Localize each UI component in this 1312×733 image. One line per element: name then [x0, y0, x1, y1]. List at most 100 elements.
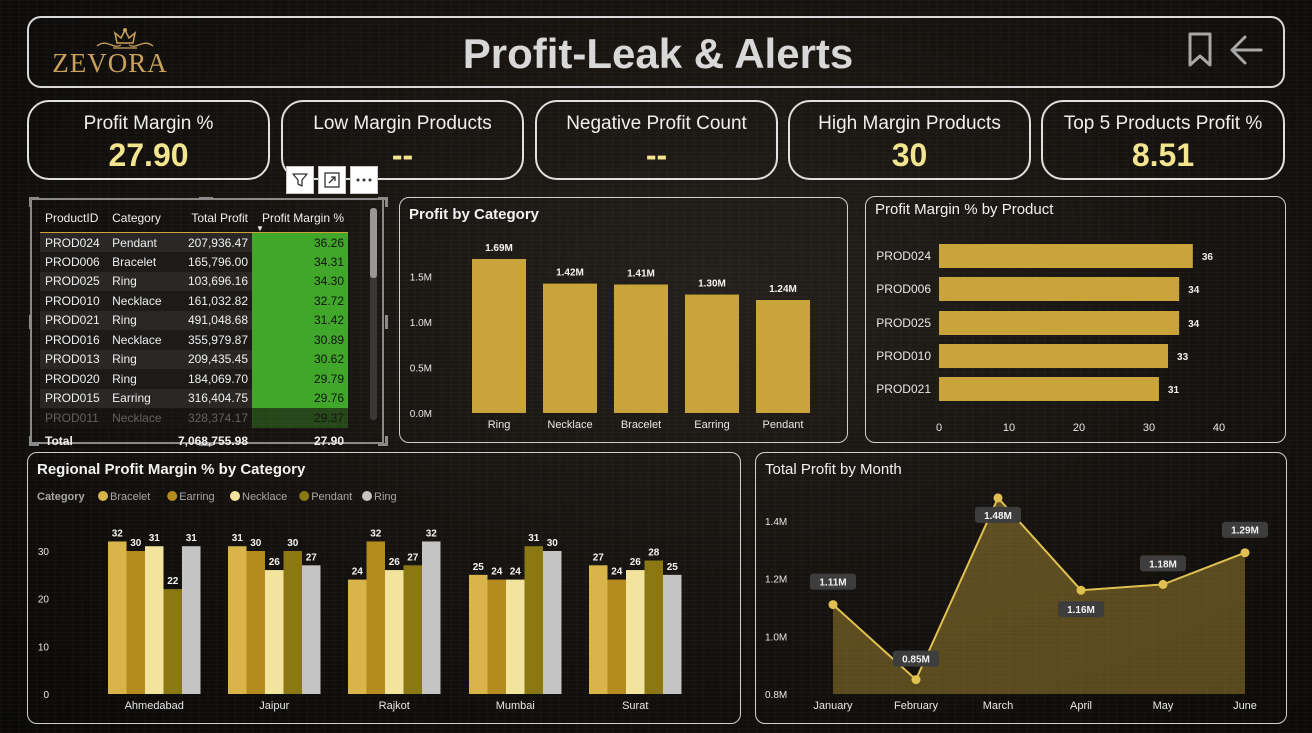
resize-handle[interactable]: [29, 315, 32, 329]
profit-by-category-visual[interactable]: Profit by Category 0.0M 0.5M 1.0M 1.5M 1.69M…: [399, 197, 848, 443]
bookmark-icon[interactable]: [1187, 32, 1213, 68]
page-title: Profit-Leak & Alerts: [462, 30, 854, 77]
table-row[interactable]: PROD011 Necklace 328,374.17 29.37: [40, 408, 348, 428]
y-tick-label: 1.0M: [410, 318, 432, 329]
table-total-row: Total 7,068,755.98 27.90: [40, 428, 348, 450]
column-header-total-profit[interactable]: Total Profit: [168, 206, 253, 233]
column-header-category[interactable]: Category: [107, 206, 169, 233]
bar-mumbai-earring: [487, 579, 506, 694]
resize-handle[interactable]: [29, 436, 32, 446]
y-tick-label: 0.5M: [410, 363, 432, 374]
bar-jaipur-earring: [246, 551, 265, 694]
table-row[interactable]: PROD010 Necklace 161,032.82 32.72: [40, 291, 348, 311]
data-point-january: [828, 600, 838, 610]
table-header-row: ProductID Category Total Profit Profit M…: [40, 206, 348, 233]
kpi-label: Negative Profit Count: [566, 113, 747, 134]
legend-marker-necklace: [230, 491, 240, 501]
x-tick-label: 10: [1003, 422, 1015, 434]
data-label: 0.85M: [902, 655, 930, 666]
kpi-value: --: [645, 137, 668, 173]
data-label: 36: [1202, 252, 1214, 263]
table-row[interactable]: PROD020 Ring 184,069.70 29.79: [40, 369, 348, 389]
resize-handle[interactable]: [199, 197, 213, 200]
kpi-card-top5-profit: Top 5 Products Profit % 8.51: [1041, 100, 1285, 180]
cell-category: Earring: [107, 388, 169, 408]
total-label: Total: [45, 433, 73, 448]
x-tick-label: Ring: [488, 419, 511, 431]
y-tick-label: 0.0M: [410, 409, 432, 420]
data-label: 32: [370, 528, 382, 539]
table-row[interactable]: PROD013 Ring 209,435.45 30.62: [40, 349, 348, 369]
table-row[interactable]: PROD021 Ring 491,048.68 31.42: [40, 310, 348, 330]
data-label: 24: [510, 567, 522, 578]
column-header-productid[interactable]: ProductID: [40, 206, 108, 233]
data-label: 34: [1188, 285, 1200, 296]
cell-category: Necklace: [107, 408, 169, 428]
regional-profit-margin-chart: Category Bracelet Earring Necklace Pendant Ri…: [37, 491, 682, 712]
cell-productid: PROD013: [40, 349, 108, 369]
cell-productid: PROD006: [40, 252, 108, 272]
cell-category: Ring: [107, 310, 169, 330]
y-tick-label: PROD024: [876, 249, 931, 263]
bar-surat-bracelet: [589, 565, 608, 694]
bar-prod021: [939, 377, 1159, 401]
regional-profit-margin-visual[interactable]: Regional Profit Margin % by Category Cat…: [27, 452, 741, 724]
total-margin: 27.90: [313, 433, 344, 448]
bar-jaipur-bracelet: [228, 546, 247, 694]
data-label: 25: [473, 562, 485, 573]
product-table: ProductID Category Total Profit Profit M…: [40, 206, 348, 450]
column-header-profit-margin[interactable]: Profit Margin % ▼: [252, 206, 348, 233]
header-banner: ZEVORA Profit-Leak & Alerts: [27, 16, 1285, 88]
profit-margin-by-product-visual[interactable]: Profit Margin % by Product PROD024 36 PROD…: [865, 196, 1286, 443]
data-label: 33: [1177, 352, 1189, 363]
data-point-june: [1240, 548, 1250, 558]
table-row[interactable]: PROD024 Pendant 207,936.47 36.26: [40, 232, 348, 252]
table-scrollbar[interactable]: [370, 208, 377, 420]
data-label: 22: [167, 576, 179, 587]
y-tick-label: PROD025: [876, 316, 931, 330]
kpi-label: Low Margin Products: [313, 113, 492, 134]
data-label: 24: [491, 567, 503, 578]
cell-total-profit: 209,435.45: [168, 349, 253, 369]
total-spacer: [107, 428, 169, 450]
table-row[interactable]: PROD016 Necklace 355,979.87 30.89: [40, 330, 348, 350]
table-row[interactable]: PROD006 Bracelet 165,796.00 34.31: [40, 252, 348, 272]
data-label: 1.41M: [627, 269, 655, 280]
cell-category: Ring: [107, 271, 169, 291]
y-tick-label: 0.8M: [765, 690, 787, 701]
more-options-button[interactable]: [350, 166, 378, 194]
data-point-february: [911, 675, 921, 685]
cell-category: Pendant: [107, 232, 169, 252]
bar-prod024: [939, 244, 1193, 268]
total-profit: 7,068,755.98: [177, 433, 249, 448]
bar-prod025: [939, 311, 1180, 335]
table-row[interactable]: PROD025 Ring 103,696.16 34.30: [40, 271, 348, 291]
data-label: 30: [250, 538, 262, 549]
cell-profit-margin: 34.30: [252, 271, 348, 291]
total-profit-by-month-visual[interactable]: Total Profit by Month 0.8M 1.0M 1.2M 1.4M 1.…: [755, 452, 1287, 724]
data-label: 24: [611, 567, 623, 578]
filter-button[interactable]: [286, 166, 314, 194]
product-margin-table-visual[interactable]: ProductID Category Total Profit Profit M…: [29, 197, 388, 448]
bar-rajkot-earring: [366, 541, 385, 694]
x-tick-label: 40: [1213, 422, 1225, 434]
focus-mode-button[interactable]: [318, 166, 346, 194]
bar-jaipur-necklace: [265, 570, 284, 694]
data-label: 32: [426, 528, 438, 539]
cell-productid: PROD010: [40, 291, 108, 311]
cell-profit-margin: 30.62: [252, 349, 348, 369]
table-row[interactable]: PROD015 Earring 316,404.75 29.76: [40, 388, 348, 408]
resize-handle[interactable]: [385, 197, 388, 207]
data-label: 31: [232, 533, 244, 544]
cell-productid: PROD011: [40, 408, 108, 428]
kpi-label: Profit Margin %: [83, 113, 214, 134]
cell-productid: PROD015: [40, 388, 108, 408]
resize-handle[interactable]: [385, 315, 388, 329]
x-tick-label: Ahmedabad: [125, 700, 184, 712]
resize-handle[interactable]: [29, 197, 32, 207]
resize-handle[interactable]: [385, 436, 388, 446]
scrollbar-thumb[interactable]: [370, 208, 377, 278]
back-arrow-icon[interactable]: [1229, 34, 1263, 66]
data-label: 30: [287, 538, 299, 549]
y-tick-label: 1.5M: [410, 272, 432, 283]
